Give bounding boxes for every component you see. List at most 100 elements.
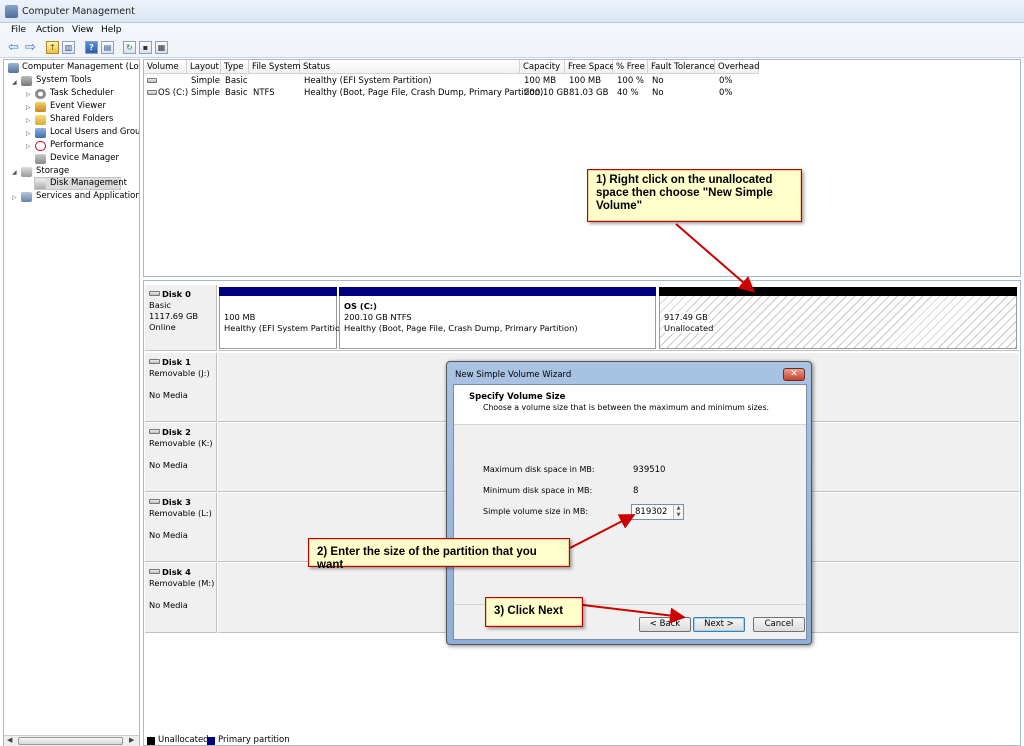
disk-icon — [149, 429, 160, 434]
tree-item-event-viewer[interactable]: Event Viewer — [50, 101, 106, 111]
column-header-percent-free[interactable]: % Free — [613, 60, 648, 74]
disk-icon — [149, 291, 160, 296]
back-button[interactable]: < Back — [639, 617, 691, 632]
min-space-label: Minimum disk space in MB: — [483, 486, 593, 495]
spinner-arrows-icon[interactable]: ▲ ▼ — [673, 505, 683, 519]
tree-horizontal-scrollbar[interactable]: ◀ ▶ — [4, 735, 139, 746]
scroll-right-icon[interactable]: ▶ — [129, 736, 134, 744]
partition-title: OS (C:) — [344, 301, 377, 311]
disk-label[interactable]: Disk 1 Removable (J:) No Media — [145, 353, 217, 422]
max-space-value: 939510 — [633, 465, 666, 475]
export-list-icon[interactable]: ▦ — [155, 41, 168, 54]
tree-item-storage[interactable]: Storage — [36, 166, 69, 176]
forward-arrow-icon[interactable]: ⇨ — [24, 41, 37, 54]
volume-list: Volume Layout Type File System Status Ca… — [143, 59, 1021, 277]
expand-icon[interactable]: ▷ — [26, 91, 31, 98]
console-view-icon[interactable]: ▤ — [101, 41, 114, 54]
table-cell: No — [652, 76, 664, 86]
disk-size — [149, 589, 212, 600]
tree-item-services-applications[interactable]: Services and Applications — [36, 191, 139, 201]
disk-name: Disk 4 — [162, 567, 191, 577]
partition-efi[interactable]: 100 MB Healthy (EFI System Partition — [219, 287, 345, 349]
column-header-type[interactable]: Type — [221, 60, 249, 74]
table-cell: 100 % — [617, 76, 645, 86]
disk-label[interactable]: Disk 4 Removable (M:) No Media — [145, 563, 217, 633]
column-header-free-space[interactable]: Free Space — [565, 60, 615, 74]
close-icon[interactable]: ✕ — [783, 368, 805, 381]
scroll-left-icon[interactable]: ◀ — [7, 736, 12, 744]
table-cell: Simple — [191, 76, 221, 86]
users-icon — [35, 128, 46, 138]
column-header-volume[interactable]: Volume — [144, 60, 187, 74]
disk-icon — [149, 499, 160, 504]
disk-type: Removable (L:) — [149, 508, 212, 518]
table-cell: No — [652, 88, 664, 98]
expand-icon[interactable]: ▷ — [12, 194, 17, 201]
next-button[interactable]: Next > — [693, 617, 745, 632]
expand-icon[interactable]: ▷ — [26, 143, 31, 150]
partition-status: Healthy (Boot, Page File, Crash Dump, Pr… — [344, 323, 578, 333]
partition-unallocated[interactable]: 917.49 GB Unallocated — [659, 287, 1017, 349]
tree-item-device-manager[interactable]: Device Manager — [50, 153, 119, 163]
column-header-overhead[interactable]: Overhead — [715, 60, 760, 74]
disk-status: Online — [149, 322, 176, 332]
tree-item-shared-folders[interactable]: Shared Folders — [50, 114, 113, 124]
menu-file[interactable]: File — [11, 25, 26, 35]
column-header-fault-tolerance[interactable]: Fault Tolerance — [648, 60, 715, 74]
legend-swatch-primary — [207, 737, 215, 745]
up-folder-icon[interactable]: ↑ — [46, 41, 59, 54]
partition-size: 100 MB — [224, 312, 256, 322]
disk-management-icon — [35, 179, 46, 189]
table-cell: Basic — [225, 76, 248, 86]
table-cell: NTFS — [253, 88, 275, 98]
table-cell: 100 MB — [569, 76, 602, 86]
volume-icon — [147, 90, 157, 95]
show-hide-tree-icon[interactable]: ▥ — [62, 41, 75, 54]
volume-icon — [147, 78, 157, 83]
table-cell: 0% — [719, 88, 733, 98]
tree-item-disk-management[interactable]: Disk Management — [50, 178, 127, 188]
table-cell[interactable]: OS (C:) — [158, 88, 188, 98]
callout-step-1: 1) Right click on the unallocated space … — [587, 169, 802, 222]
disk-status: No Media — [149, 600, 188, 610]
collapse-icon[interactable]: ◢ — [12, 79, 17, 86]
expand-icon[interactable]: ▷ — [26, 130, 31, 137]
disk-label[interactable]: Disk 0 Basic 1117.69 GB Online — [145, 285, 217, 351]
partition-size: 917.49 GB — [664, 312, 708, 322]
menu-view[interactable]: View — [72, 25, 93, 35]
partition-bar-primary — [339, 287, 656, 296]
back-arrow-icon[interactable]: ⇦ — [7, 41, 20, 54]
volume-size-value[interactable]: 819302 — [635, 507, 667, 517]
disk-size — [149, 449, 212, 460]
collapse-icon[interactable]: ◢ — [12, 169, 17, 176]
column-header-capacity[interactable]: Capacity — [520, 60, 565, 74]
tree-item-task-scheduler[interactable]: Task Scheduler — [50, 88, 114, 98]
tree-item-system-tools[interactable]: System Tools — [36, 75, 91, 85]
expand-icon[interactable]: ▷ — [26, 117, 31, 124]
partition-os-c[interactable]: OS (C:) 200.10 GB NTFS Healthy (Boot, Pa… — [339, 287, 656, 349]
volume-size-input[interactable]: 819302 ▲ ▼ — [631, 504, 684, 520]
event-viewer-icon — [35, 102, 46, 112]
shared-folder-icon — [35, 115, 46, 125]
disk-status: No Media — [149, 460, 188, 470]
refresh-icon[interactable]: ↻ — [123, 41, 136, 54]
expand-icon[interactable]: ▷ — [26, 104, 31, 111]
tree-item-computer-management[interactable]: Computer Management (Local — [22, 62, 139, 72]
menu-action[interactable]: Action — [36, 25, 64, 35]
legend-unallocated: Unallocated — [158, 735, 209, 745]
tree-item-performance[interactable]: Performance — [50, 140, 104, 150]
tools-icon — [21, 76, 32, 86]
column-header-status[interactable]: Status — [300, 60, 520, 74]
table-cell: Healthy (Boot, Page File, Crash Dump, Pr… — [304, 88, 544, 98]
help-icon[interactable]: ? — [85, 41, 98, 54]
cancel-button[interactable]: Cancel — [753, 617, 805, 632]
column-header-layout[interactable]: Layout — [187, 60, 221, 74]
column-header-file-system[interactable]: File System — [249, 60, 301, 74]
scroll-thumb[interactable] — [18, 737, 123, 745]
properties-icon[interactable]: ▪ — [139, 41, 152, 54]
table-cell: Basic — [225, 88, 248, 98]
disk-label[interactable]: Disk 2 Removable (K:) No Media — [145, 423, 217, 492]
disk-label[interactable]: Disk 3 Removable (L:) No Media — [145, 493, 217, 562]
menu-help[interactable]: Help — [101, 25, 122, 35]
tree-item-local-users-groups[interactable]: Local Users and Groups — [50, 127, 139, 137]
